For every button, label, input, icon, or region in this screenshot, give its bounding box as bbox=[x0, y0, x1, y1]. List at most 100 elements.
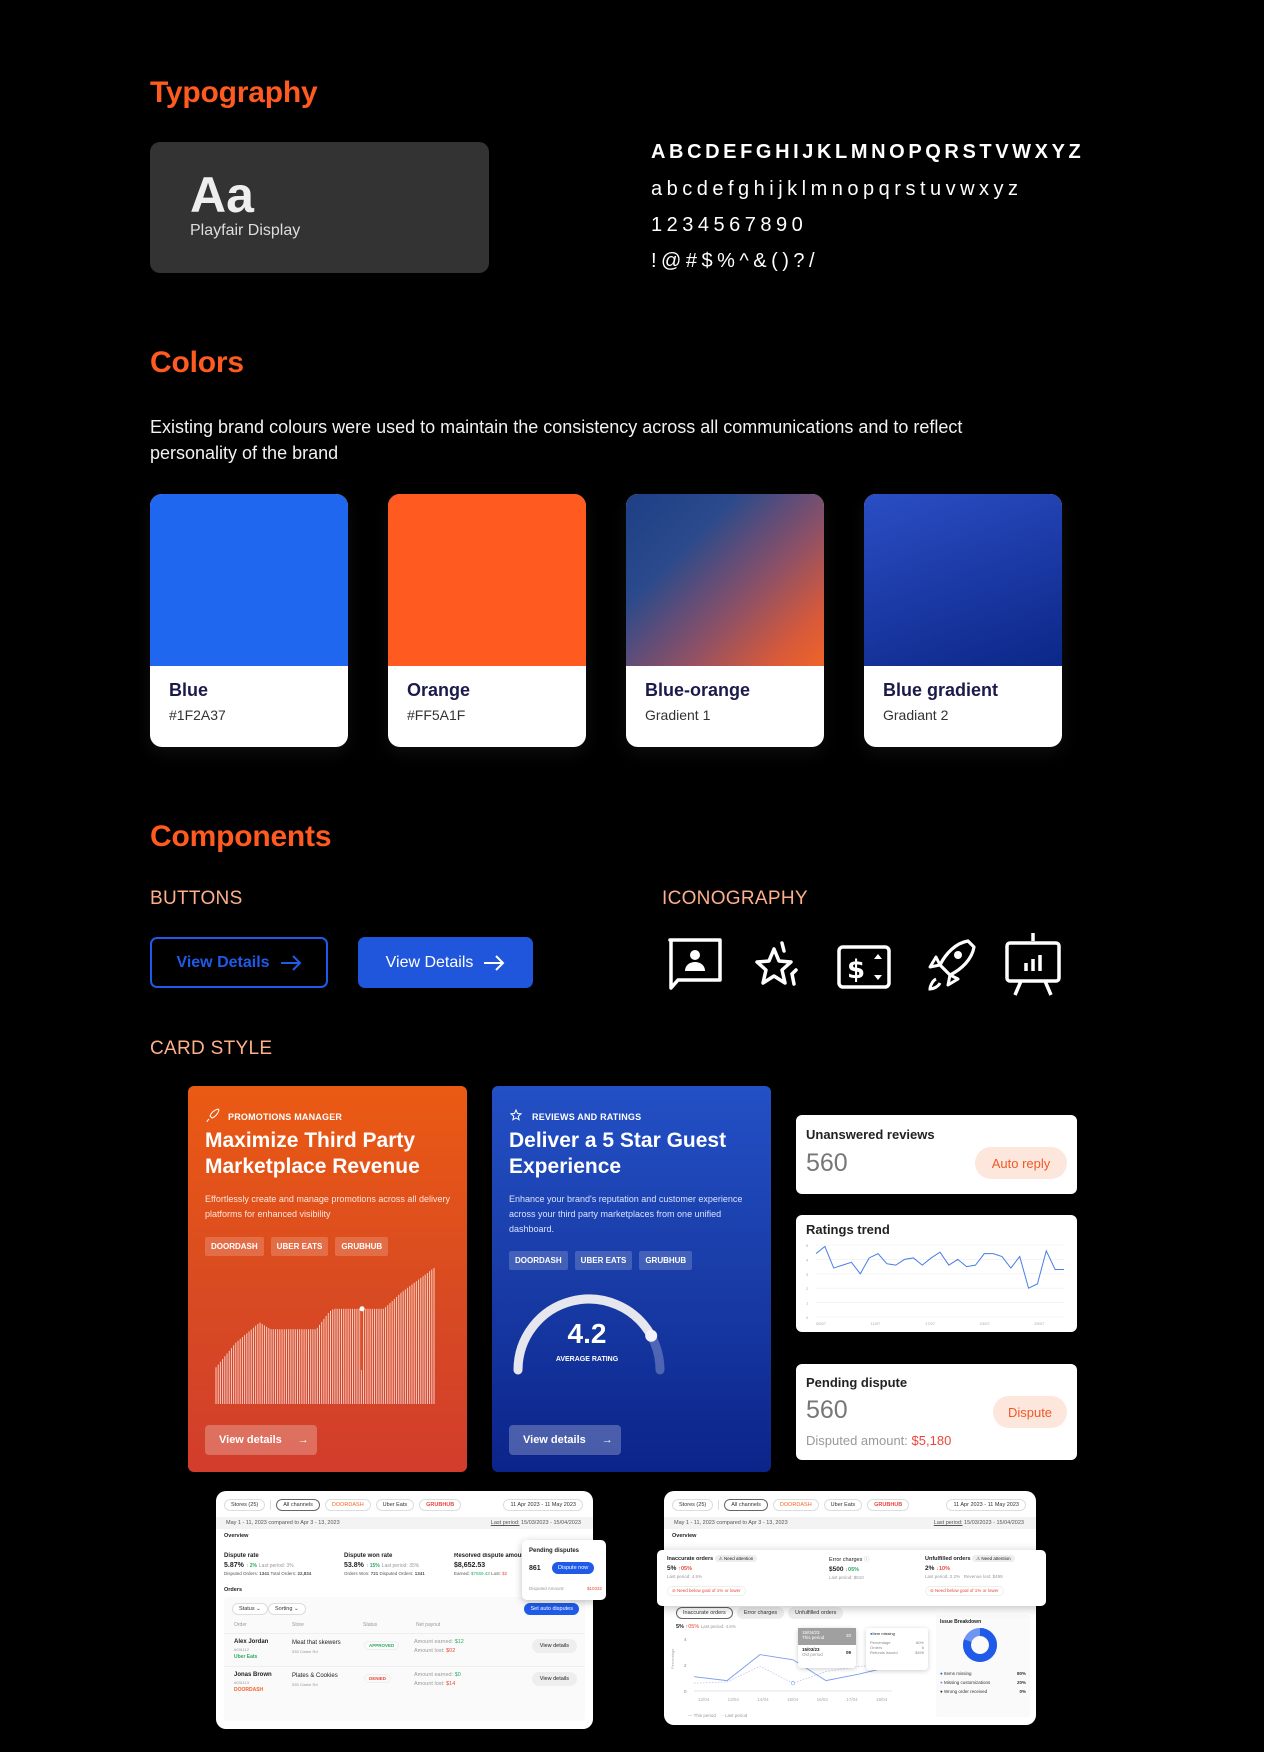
font-name: Playfair Display bbox=[190, 222, 301, 239]
overview-label: Overview bbox=[224, 1533, 249, 1539]
item-missing-tooltip: ●Item missing Percentage 80% Orders 6 Refu… bbox=[866, 1628, 928, 1670]
channel-grubhub[interactable]: GRUBHUB bbox=[867, 1499, 910, 1511]
x-tick-label: 16/04 bbox=[817, 1697, 829, 1702]
x-tick-label: 23/07 bbox=[980, 1321, 991, 1326]
view-details-button[interactable]: View details → bbox=[205, 1425, 317, 1455]
card-style-heading: CARD STYLE bbox=[150, 1038, 273, 1059]
sparkle-star-icon bbox=[752, 935, 812, 997]
x-tick-label: 14/04 bbox=[757, 1697, 769, 1702]
swatch-blue-orange: Blue-orange Gradient 1 bbox=[626, 494, 824, 747]
y-tick-label: 4 bbox=[806, 1257, 809, 1262]
column-status: Status bbox=[363, 1622, 378, 1628]
metric-dispute-rate: Dispute rate 5.87% ↑ 2% Last period: 3% … bbox=[224, 1553, 312, 1576]
pending-disputes-popup: Pending disputes 861 Dispute now Dispute… bbox=[522, 1540, 606, 1600]
x-tick-label: 12/04 bbox=[698, 1697, 710, 1702]
review-chat-icon bbox=[666, 935, 726, 997]
swatch-value: #1F2A37 bbox=[169, 707, 226, 723]
chip-doordash: DOORDASH bbox=[509, 1251, 568, 1270]
card-description: Effortlessly create and manage promotion… bbox=[205, 1194, 450, 1219]
button-label: View Details bbox=[385, 953, 474, 971]
pending-count: 560 bbox=[806, 1396, 848, 1424]
stores-dropdown[interactable]: Stores (25) bbox=[224, 1499, 266, 1511]
view-details-outline-button[interactable]: View Details bbox=[150, 937, 328, 988]
channel-grubhub[interactable]: GRUBHUB bbox=[419, 1499, 462, 1511]
channel-all[interactable]: All channels bbox=[276, 1499, 320, 1511]
button-label: View details bbox=[523, 1434, 586, 1446]
view-details-button[interactable]: View details bbox=[531, 1672, 577, 1686]
chip-grubhub: GRUBHUB bbox=[639, 1251, 693, 1270]
set-auto-disputes-button[interactable]: Set auto disputes bbox=[524, 1603, 579, 1615]
tab-unfulfilled-orders[interactable]: Unfulfilled orders bbox=[788, 1607, 844, 1619]
compare-text: May 1 - 11, 2023 compared to Apr 3 - 13,… bbox=[226, 1520, 340, 1526]
colors-heading: Colors bbox=[150, 346, 244, 379]
swatch-value: Gradient 1 bbox=[645, 707, 711, 723]
status-filter[interactable]: Status ⌄ bbox=[232, 1603, 268, 1615]
card-title: Maximize Third Party Marketplace Revenue bbox=[205, 1129, 420, 1178]
channel-uber-eats[interactable]: Uber Eats bbox=[375, 1499, 415, 1511]
presentation-chart-icon bbox=[1003, 931, 1063, 999]
iconography-heading: ICONOGRAPHY bbox=[662, 888, 808, 909]
metric-inaccurate-orders: Inaccurate orders ⚠ Need attention 5% ↑0… bbox=[667, 1555, 758, 1597]
components-heading: Components bbox=[150, 820, 332, 853]
arrow-right-icon: → bbox=[601, 1434, 613, 1446]
metric-resolved-amount: Resolved dispute amount $8,652.53 Earned… bbox=[454, 1553, 524, 1576]
x-tick-label: 11/07 bbox=[871, 1321, 881, 1326]
unanswered-count: 560 bbox=[806, 1149, 848, 1177]
promo-marker-dot bbox=[359, 1306, 365, 1312]
card-description: Enhance your brand's reputation and cust… bbox=[509, 1194, 743, 1234]
view-details-button[interactable]: View details bbox=[531, 1639, 577, 1653]
chart-tooltip: 15/04/23 This period 20 15/03/23 Old period… bbox=[798, 1628, 856, 1668]
view-details-button[interactable]: View details → bbox=[509, 1425, 621, 1455]
ratings-line bbox=[815, 1245, 1064, 1289]
status-badge: DENIED bbox=[364, 1674, 392, 1683]
y-tick-label: 2 bbox=[806, 1286, 809, 1291]
column-order: Order bbox=[234, 1622, 247, 1628]
y-tick-label: 1 bbox=[806, 1301, 809, 1306]
arrow-right-icon bbox=[484, 954, 505, 971]
y-tick-label: 3 bbox=[806, 1272, 809, 1277]
promotions-card: PROMOTIONS MANAGER Maximize Third Party … bbox=[188, 1086, 467, 1472]
table-row: Jonas Brown #031113 DOORDASH Plates & Co… bbox=[224, 1666, 585, 1699]
sparkle-star-icon bbox=[510, 1108, 523, 1121]
promotion-revenue-chart bbox=[215, 1268, 435, 1404]
column-net-payout: Net payout bbox=[416, 1622, 441, 1628]
auto-reply-button[interactable]: Auto reply bbox=[975, 1147, 1067, 1179]
card-kicker: PROMOTIONS MANAGER bbox=[228, 1112, 343, 1122]
chip-doordash: DOORDASH bbox=[205, 1237, 264, 1256]
dispute-button[interactable]: Dispute bbox=[993, 1396, 1067, 1428]
dollar-price-icon: $ bbox=[834, 935, 894, 997]
date-range-picker[interactable]: 11 Apr 2023 - 11 May 2023 bbox=[946, 1499, 1026, 1511]
lowercase-glyphs: abcdefghijklmnopqrstuvwxyz bbox=[651, 178, 1023, 200]
date-range-picker[interactable]: 11 Apr 2023 - 11 May 2023 bbox=[503, 1499, 583, 1511]
breakdown-item: ● Missing customizations 20% bbox=[940, 1680, 1026, 1685]
x-tick-label: 13/04 bbox=[728, 1697, 740, 1702]
disputes-dashboard: Stores (25) All channels DOORDASH Uber E… bbox=[216, 1491, 593, 1729]
svg-text:$: $ bbox=[847, 955, 865, 985]
metric-unfulfilled-orders: Unfulfilled orders ⚠ Need attention 2% ↓… bbox=[925, 1555, 1015, 1597]
tab-error-charges[interactable]: Error charges bbox=[736, 1607, 785, 1619]
swatch-blue-gradient: Blue gradient Gradiant 2 bbox=[864, 494, 1062, 747]
swatch-name: Orange bbox=[407, 680, 471, 700]
compare-text: May 1 - 11, 2023 compared to Apr 3 - 13,… bbox=[674, 1520, 788, 1526]
swatch-orange: Orange #FF5A1F bbox=[388, 494, 586, 747]
reviews-card: REVIEWS AND RATINGS Deliver a 5 Star Gue… bbox=[492, 1086, 771, 1472]
stores-dropdown[interactable]: Stores (25) bbox=[672, 1499, 714, 1511]
y-axis-label: Percentage bbox=[670, 1648, 675, 1669]
sorting-filter[interactable]: Sorting ⌄ bbox=[268, 1603, 306, 1615]
channel-doordash[interactable]: DOORDASH bbox=[772, 1499, 819, 1511]
card-title: Unanswered reviews bbox=[806, 1127, 935, 1142]
x-tick-label: 29/07 bbox=[1034, 1321, 1045, 1326]
channel-all[interactable]: All channels bbox=[724, 1499, 768, 1511]
dispute-now-button[interactable]: Dispute now bbox=[552, 1562, 595, 1574]
orders-label: Orders bbox=[224, 1587, 243, 1593]
tab-inaccurate-orders[interactable]: Inaccurate orders bbox=[676, 1607, 733, 1619]
breakdown-item: ● Items missing 80% bbox=[940, 1671, 1026, 1676]
inaccurate-orders-chart: Percentage 0 2 4 12/04 13/04 14/04 15/04 16/04 17… bbox=[670, 1637, 893, 1702]
view-details-solid-button[interactable]: View Details bbox=[358, 937, 533, 988]
colors-description: Existing brand colours were used to main… bbox=[150, 417, 963, 463]
channel-doordash[interactable]: DOORDASH bbox=[324, 1499, 371, 1511]
highlight-point bbox=[790, 1681, 796, 1686]
swatch-name: Blue gradient bbox=[883, 680, 999, 700]
channel-uber-eats[interactable]: Uber Eats bbox=[823, 1499, 863, 1511]
font-sample: Aa bbox=[190, 167, 254, 223]
